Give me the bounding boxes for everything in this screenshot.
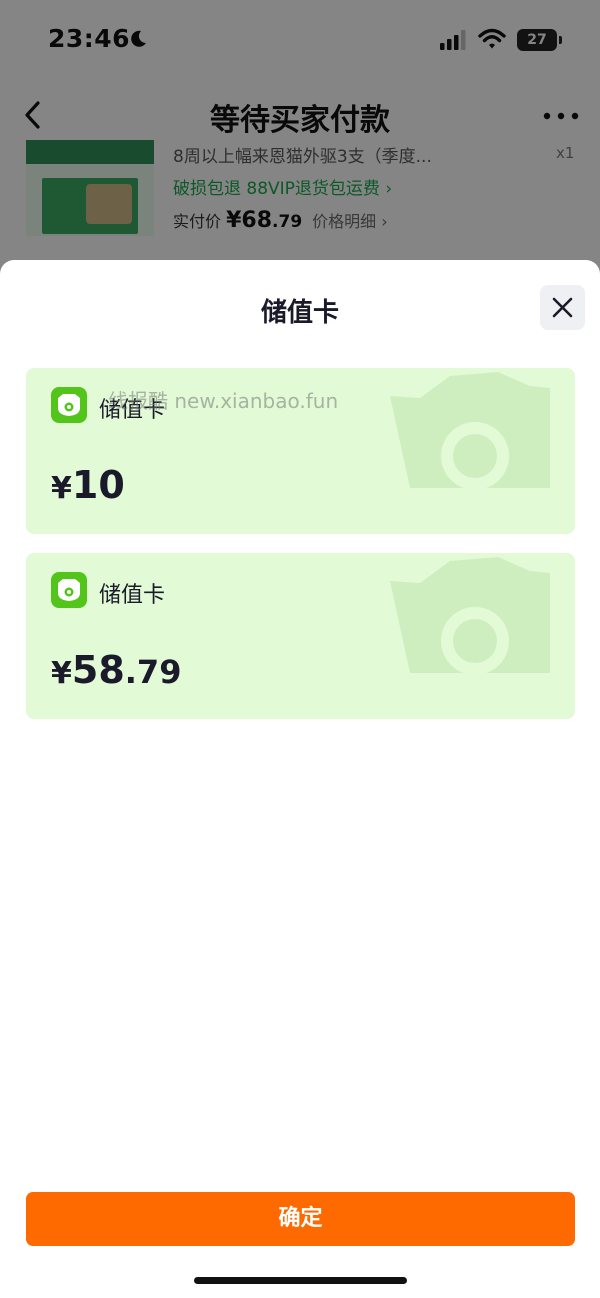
stored-value-card-sheet: 储值卡 储值卡 ¥10 储值卡 ¥58.79 线报酷 new.xianbao.f… [0,260,600,1298]
confirm-button[interactable]: 确定 [26,1192,575,1246]
card-balance: ¥58.79 [51,648,181,692]
card-currency: ¥ [51,471,72,506]
tmall-cat-icon [58,394,80,416]
card-balance: ¥10 [51,463,125,507]
close-icon [552,297,573,318]
watermark-text: 线报酷 new.xianbao.fun [108,389,339,413]
sheet-title: 储值卡 [260,298,339,328]
home-indicator [194,1277,407,1284]
overlay-mask[interactable] [0,0,600,300]
card-icon [51,572,87,608]
card-name: 储值卡 [99,583,166,608]
card-icon [51,387,87,423]
close-button[interactable] [540,285,585,330]
tmall-cat-icon [58,579,80,601]
stored-value-card[interactable]: 储值卡 ¥58.79 [26,553,575,719]
card-amount-int: 58 [71,648,125,692]
card-amount-int: 10 [71,463,125,507]
card-currency: ¥ [51,656,72,691]
card-decoration-icon [390,372,550,488]
background-page: 23:46 27 等待买家付款 8周以上幅来恩猫外驱3支（季度... x1 破损… [0,0,600,300]
card-decoration-icon [390,557,550,673]
card-amount-dec: .79 [124,653,182,691]
